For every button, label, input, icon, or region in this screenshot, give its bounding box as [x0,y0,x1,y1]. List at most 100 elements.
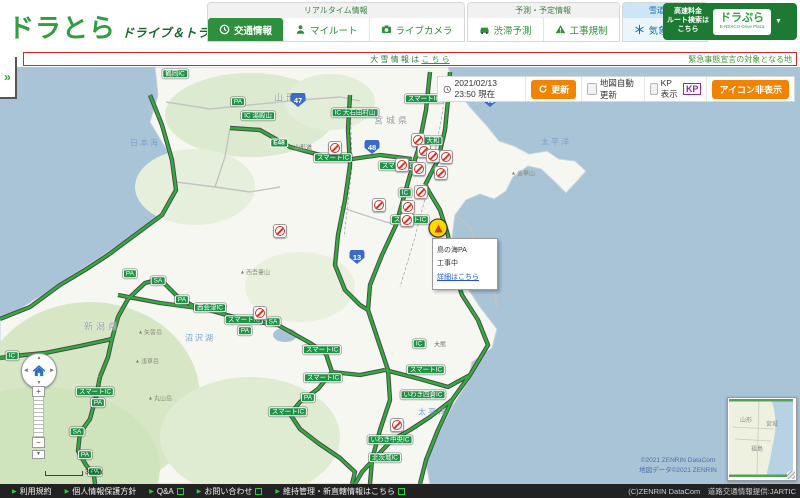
pan-up-arrow[interactable]: ▲ [37,356,42,361]
interchange-label[interactable]: いわき中央IC [367,435,413,445]
interchange-label[interactable]: スマートIC [303,373,343,383]
route-shield: 47 [290,93,306,107]
scale-bar [45,471,83,476]
drapla-logo[interactable]: ドラぷら E-NEXCO Drive Plaza [713,8,771,35]
footer: ▶ 利用規約 ▶ 個人情報保護方針 ▶ Q&A ▶ お問い合わせ ▶ 維持管理・新直轄情報はこちら… [0,484,800,498]
footer-link-お問い合わせ[interactable]: ▶ お問い合わせ [197,486,263,497]
interchange-label[interactable]: 西会津IC [194,303,226,313]
interchange-label[interactable]: PA [300,393,316,403]
closure-icon[interactable] [400,213,414,227]
closure-icon[interactable] [401,200,415,214]
tab-label: ライブカメラ [395,25,453,37]
tooltip-detail-link[interactable]: 詳細はこちら [437,271,493,284]
snow-icon [634,24,645,35]
interchange-label[interactable]: IC 大石田村山 [331,108,379,118]
interchange-label[interactable]: スマートIC [268,407,308,417]
closure-icon[interactable] [372,198,386,212]
footer-link-label: Q&A [156,486,174,496]
interchange-label[interactable]: PA [90,398,106,408]
closure-icon[interactable] [253,306,267,320]
closure-icon[interactable] [439,150,453,164]
interchange-label[interactable]: IC [5,351,19,361]
interchange-label[interactable]: SA [265,317,281,327]
home-icon[interactable] [32,364,46,378]
external-link-icon [255,487,263,495]
footer-link-label: 利用規約 [19,486,52,496]
interchange-label[interactable]: いわき四倉IC [400,390,446,400]
interchange-label[interactable]: IC [412,339,426,349]
closure-icon[interactable] [273,224,287,238]
interchange-label[interactable]: PA [77,450,93,460]
zoom-track[interactable] [33,397,44,437]
hide-icons-button[interactable]: アイコン非表示 [712,79,790,99]
auto-update-checkbox[interactable] [587,83,597,95]
chevron-down-icon[interactable]: ▼ [775,18,782,25]
interchange-label[interactable]: PA [237,326,253,336]
closure-icon[interactable] [426,149,440,163]
icons-toggle-group: アイコン非表示 [706,77,794,101]
closure-icon[interactable] [395,158,409,172]
footer-link-label: 個人情報保護方針 [72,486,137,496]
tab-label: マイルート [310,25,358,37]
interchange-label[interactable]: スマートIC [406,365,446,375]
interchange-label[interactable]: 鶴岡IC [162,69,188,79]
zoom-in-button[interactable]: + [32,386,45,397]
kp-badge: KP [682,83,702,95]
sidebar-expand-button[interactable]: » [0,57,17,99]
map-pan-control[interactable]: ▲ ▼ ◀ ▶ [21,353,57,389]
zoom-collapse-button[interactable]: ▼ [32,450,45,459]
overview-minimap[interactable]: 山形 宮城 福島 [727,397,797,481]
refresh-button[interactable]: 更新 [531,79,577,99]
tab-ライブカメラ[interactable]: ライブカメラ [368,18,464,41]
interchange-label[interactable]: スマートIC [75,387,115,397]
alert-link[interactable]: こ ち ら [421,55,449,64]
drapla-panel[interactable]: 高速料金 ルート検索は こちら ドラぷら E-NEXCO Drive Plaza… [663,3,797,40]
footer-link-維持管理・新直轄情報はこちら[interactable]: ▶ 維持管理・新直轄情報はこちら [275,486,406,497]
tab-label: 渋滞予測 [493,25,532,37]
footer-link-利用規約[interactable]: ▶ 利用規約 [12,486,52,497]
interchange-label[interactable]: SA [150,276,166,286]
interchange-label[interactable]: PA [230,97,246,107]
closure-icon[interactable] [390,418,404,432]
mountain-label: ▲ 金華山 [511,170,535,178]
external-link-icon [176,487,184,495]
arrow-icon: ▶ [149,488,154,495]
minimap-resize-handle[interactable] [787,471,795,479]
water-label: 太平洋 [418,407,448,417]
construction-icon[interactable] [428,218,448,238]
pan-left-arrow[interactable]: ◀ [24,368,28,374]
nav-group: リアルタイム情報 交通情報 マイルート ライブカメラ [207,2,465,42]
auto-update-group: 地図自動更新 [581,77,643,101]
water-label: 日本海 [130,138,160,148]
closure-icon[interactable] [434,166,448,180]
kp-checkbox[interactable] [649,83,658,95]
minimap-label: 山形 [740,418,753,424]
map-tooltip: 鳥の海PA 工事中 詳細はこちら [432,238,498,290]
interchange-label[interactable]: PA [174,295,190,305]
pan-right-arrow[interactable]: ▶ [50,368,54,374]
footer-link-個人情報保護方針[interactable]: ▶ 個人情報保護方針 [65,486,137,497]
interchange-label[interactable]: 北茨城IC [369,453,401,463]
tooltip-status: 工事中 [437,260,458,268]
header: ドラとら ドライブ＆トラフィック リアルタイム情報 交通情報 マイルート ライブカメラ… [0,0,800,48]
water-label: 太平洋 [541,137,571,147]
nav-group: 予測・予定情報 渋滞予測 工事規制 [466,2,620,42]
nav-group-label: リアルタイム情報 [208,3,464,18]
footer-link-Q&A[interactable]: ▶ Q&A [149,487,184,496]
map-canvas[interactable]: 山形県宮城県新潟県日本海太平洋太平洋沼沢湖▲金華山▲西吾妻山▲矢筈岳▲浅草岳▲丸… [0,67,800,484]
interchange-label[interactable]: SA [69,427,85,437]
interchange-label[interactable]: IC 湯殿山 [241,111,275,121]
tab-渋滞予測[interactable]: 渋滞予測 [468,18,543,41]
tab-交通情報[interactable]: 交通情報 [208,18,284,41]
closure-icon[interactable] [412,162,426,176]
tab-マイルート[interactable]: マイルート [283,18,369,41]
tab-工事規制[interactable]: 工事規制 [542,18,619,41]
closure-icon[interactable] [328,141,342,155]
closure-icon[interactable] [414,185,428,199]
zoom-out-button[interactable]: − [32,437,45,448]
interchange-label[interactable]: IC [398,188,412,198]
roadname-label: 山形道 [293,145,313,152]
interchange-label[interactable]: スマートIC [302,345,342,355]
interchange-label[interactable]: PA [122,269,138,279]
arrow-icon: ▶ [64,488,70,495]
